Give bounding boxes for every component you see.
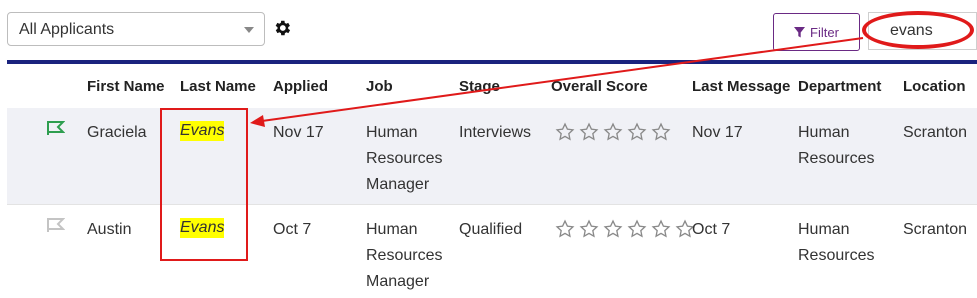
- star-outline-icon[interactable]: [651, 122, 671, 142]
- last-name-cell[interactable]: Evans: [180, 121, 225, 141]
- column-header-last-name[interactable]: Last Name: [180, 78, 256, 95]
- column-header-job[interactable]: Job: [366, 78, 393, 95]
- job-line: Resources: [366, 247, 443, 264]
- filter-button-label: Filter: [810, 24, 839, 40]
- toolbar: All Applicants Filter: [0, 0, 977, 60]
- view-select-value: All Applicants: [19, 21, 115, 38]
- job-line: Manager: [366, 176, 430, 193]
- star-outline-icon[interactable]: [603, 219, 623, 239]
- search-input[interactable]: [868, 12, 977, 50]
- star-outline-icon[interactable]: [627, 219, 647, 239]
- funnel-icon: [794, 26, 806, 38]
- gear-icon[interactable]: [272, 18, 292, 38]
- applied-cell: Oct 7: [273, 221, 312, 238]
- job-cell: Human Resources Manager: [366, 120, 442, 198]
- last-message-cell: Oct 7: [692, 221, 731, 238]
- star-outline-icon[interactable]: [627, 122, 647, 142]
- applied-cell: Nov 17: [273, 124, 324, 141]
- first-name-cell[interactable]: Graciela: [87, 120, 147, 146]
- header-rule: [7, 60, 977, 64]
- column-header-last-message[interactable]: Last Message: [692, 78, 790, 95]
- department-line: Human: [798, 124, 850, 141]
- column-header-applied[interactable]: Applied: [273, 78, 328, 95]
- department-line: Resources: [798, 247, 875, 264]
- column-header-stage[interactable]: Stage: [459, 78, 500, 95]
- flag-icon[interactable]: [47, 218, 65, 232]
- job-line: Human: [366, 124, 418, 141]
- job-line: Human: [366, 221, 418, 238]
- last-name-cell[interactable]: Evans: [180, 218, 225, 238]
- view-select[interactable]: All Applicants: [7, 12, 265, 46]
- star-outline-icon[interactable]: [555, 122, 575, 142]
- first-name-cell[interactable]: Austin: [87, 217, 131, 243]
- column-header-overall-score[interactable]: Overall Score: [551, 78, 648, 95]
- chevron-down-icon: [244, 27, 254, 33]
- department-line: Resources: [798, 150, 875, 167]
- last-message-cell: Nov 17: [692, 124, 743, 141]
- star-outline-icon[interactable]: [579, 122, 599, 142]
- stage-cell: Qualified: [459, 221, 523, 238]
- score-stars[interactable]: [555, 219, 695, 239]
- column-header-first-name[interactable]: First Name: [87, 78, 165, 95]
- job-line: Manager: [366, 273, 430, 290]
- column-header-department[interactable]: Department: [798, 78, 881, 95]
- filter-button[interactable]: Filter: [773, 13, 860, 51]
- star-outline-icon[interactable]: [555, 219, 575, 239]
- table-row[interactable]: Graciela Evans Nov 17 Human Resources Ma…: [7, 108, 977, 204]
- job-cell: Human Resources Manager: [366, 217, 442, 295]
- flag-icon[interactable]: [47, 121, 65, 135]
- stage-cell: Interviews: [459, 124, 532, 141]
- job-line: Resources: [366, 150, 443, 167]
- star-outline-icon[interactable]: [603, 122, 623, 142]
- department-line: Human: [798, 221, 850, 238]
- department-cell: Human Resources: [798, 120, 874, 172]
- flag-shape: [47, 218, 65, 232]
- flag-shape: [47, 121, 65, 135]
- location-cell: Scranton: [903, 221, 968, 238]
- star-outline-icon[interactable]: [651, 219, 671, 239]
- department-cell: Human Resources: [798, 217, 874, 269]
- score-stars[interactable]: [555, 122, 671, 142]
- location-cell: Scranton: [903, 124, 968, 141]
- table-row[interactable]: Austin Evans Oct 7 Human Resources Manag…: [7, 204, 977, 298]
- column-header-location[interactable]: Location: [903, 78, 966, 95]
- star-outline-icon[interactable]: [579, 219, 599, 239]
